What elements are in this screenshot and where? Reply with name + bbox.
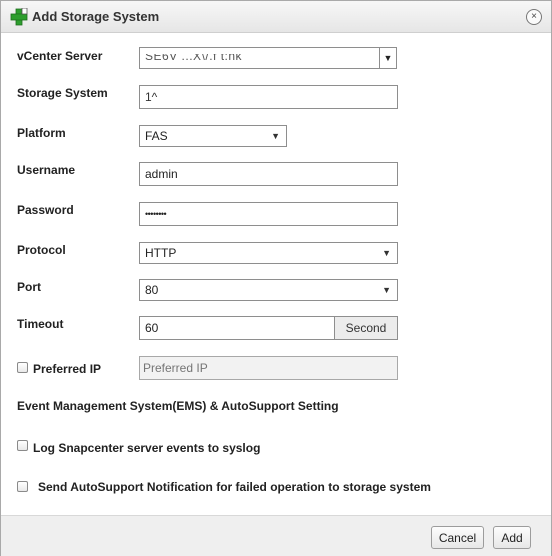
dialog-title: Add Storage System [32,9,160,24]
storage-system-label: Storage System [17,86,108,100]
add-plus-icon [10,8,28,26]
storage-system-value: 1^ [145,90,158,104]
ems-section-heading: Event Management System(EMS) & AutoSuppo… [17,399,339,413]
platform-label: Platform [17,126,66,140]
chevron-down-icon: ▼ [382,285,391,295]
protocol-value: HTTP [145,246,177,260]
chevron-down-icon[interactable]: ▼ [379,48,396,68]
add-button[interactable]: Add [493,526,531,549]
add-storage-system-dialog: Add Storage System × vCenter Server SE6V… [0,0,552,556]
timeout-input[interactable]: 60 [139,316,335,340]
close-button[interactable]: × [526,9,542,25]
port-select[interactable]: 80 ▼ [139,279,398,301]
chevron-down-icon: ▼ [271,131,280,141]
autosupport-label: Send AutoSupport Notification for failed… [38,480,431,494]
preferred-ip-checkbox[interactable] [17,362,28,373]
platform-value: FAS [145,129,168,143]
protocol-select[interactable]: HTTP ▼ [139,242,398,264]
username-value: admin [145,167,178,181]
timeout-label: Timeout [17,317,64,331]
autosupport-checkbox[interactable] [17,481,28,492]
password-value: •••••••• [145,209,167,219]
chevron-down-icon: ▼ [382,248,391,258]
username-input[interactable]: admin [139,162,398,186]
preferred-ip-label: Preferred IP [33,362,102,376]
password-input[interactable]: •••••••• [139,202,398,226]
vcenter-server-select[interactable]: SE6V ...X\/.f t:nk ▼ [139,47,397,69]
storage-system-input[interactable]: 1^ [139,85,398,109]
log-syslog-label: Log Snapcenter server events to syslog [33,441,261,455]
log-syslog-checkbox[interactable] [17,440,28,451]
vcenter-server-label: vCenter Server [17,49,103,63]
port-label: Port [17,280,41,294]
vcenter-server-value: SE6V ...X\/.f t:nk [145,54,243,62]
port-value: 80 [145,283,159,297]
timeout-unit-addon: Second [334,316,398,340]
protocol-label: Protocol [17,243,66,257]
dialog-titlebar: Add Storage System × [1,1,551,33]
dialog-footer: Cancel Add [1,515,551,556]
close-icon: × [531,11,537,22]
password-label: Password [17,203,74,217]
preferred-ip-input[interactable] [139,356,398,380]
username-label: Username [17,163,76,177]
cancel-button[interactable]: Cancel [431,526,484,549]
timeout-value: 60 [145,321,159,335]
platform-select[interactable]: FAS ▼ [139,125,287,147]
